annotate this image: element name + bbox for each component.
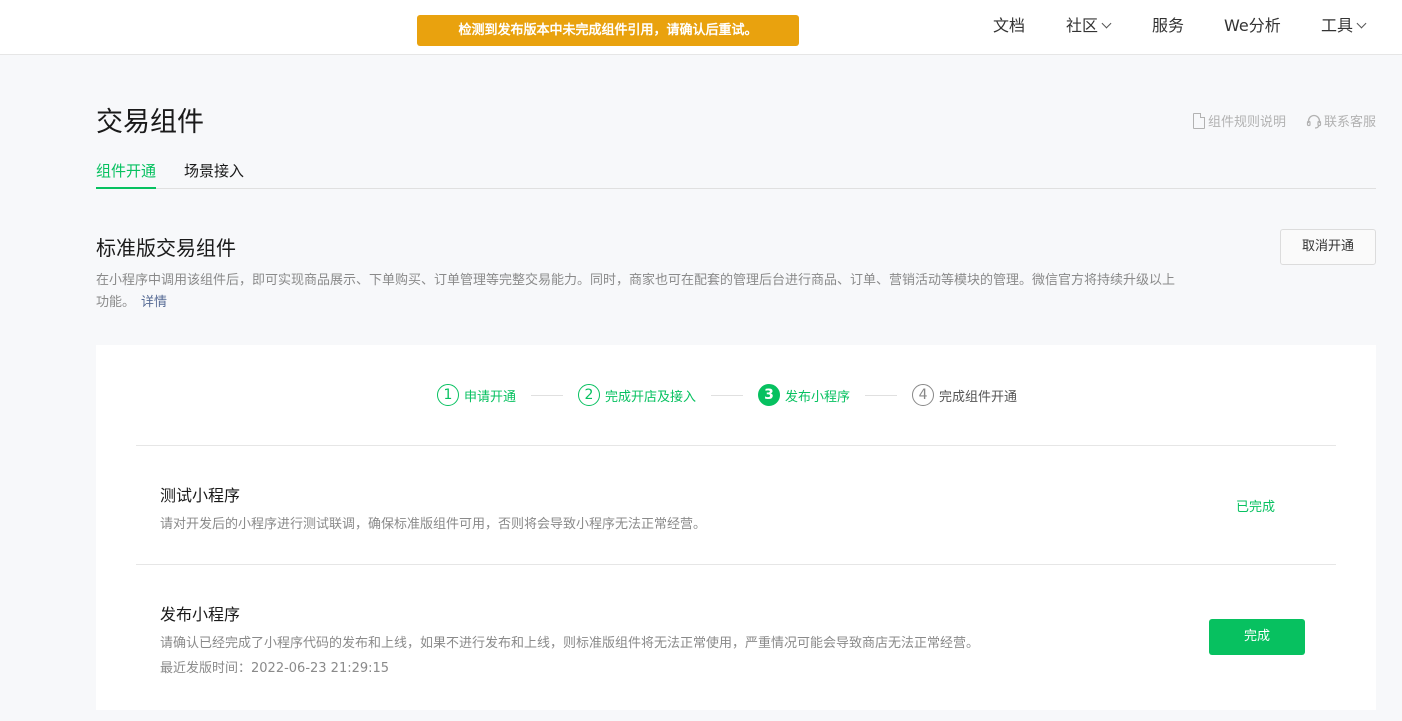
divider [136,445,1336,446]
step-label: 发布小程序 [785,389,851,405]
complete-button[interactable]: 完成 [1209,619,1305,655]
page-title: 交易组件 [96,107,204,138]
step-number: 1 [437,384,459,406]
nav-we-analytics-label: We分析 [1224,16,1281,35]
section-description-text: 在小程序中调用该组件后，即可实现商品展示、下单购买、订单管理等完整交易能力。同时… [96,273,1176,310]
step-label: 申请开通 [464,389,517,405]
test-task-status: 已完成 [1236,500,1276,515]
test-task-description: 请对开发后的小程序进行测试联调，确保标准版组件可用，否则将会导致小程序无法正常经… [160,517,707,532]
document-icon [1192,112,1205,129]
step-label: 完成组件开通 [939,389,1018,405]
section-description: 在小程序中调用该组件后，即可实现商品展示、下单购买、订单管理等完整交易能力。同时… [96,270,1176,314]
step-connector [531,394,564,396]
cancel-activation-button[interactable]: 取消开通 [1280,229,1376,265]
support-link-label: 联系客服 [1323,115,1376,130]
nav-community[interactable]: 社区 [1066,15,1112,37]
nav-services-label: 服务 [1152,16,1185,35]
rules-link[interactable]: 组件规则说明 [1192,111,1286,130]
step-open-store: 2 完成开店及接入 [578,384,696,406]
last-release-time: 最近发版时间：2022-06-23 21:29:15 [160,661,390,676]
chevron-down-icon [1356,18,1367,29]
step-apply: 1 申请开通 [437,384,516,406]
chevron-down-icon [1101,18,1112,29]
support-link[interactable]: 联系客服 [1306,111,1376,130]
tab-component-activation[interactable]: 组件开通 [96,160,157,189]
stepper: 1 申请开通 2 完成开店及接入 3 发布小程序 4 完成组件开通 [437,383,1017,407]
test-task-title: 测试小程序 [160,486,241,505]
progress-card: 1 申请开通 2 完成开店及接入 3 发布小程序 4 完成组件开通 测试小程序 … [96,345,1376,710]
step-connector [865,394,898,396]
step-publish: 3 发布小程序 [758,384,850,406]
nav-docs[interactable]: 文档 [993,15,1025,37]
nav-tools[interactable]: 工具 [1321,15,1367,37]
divider [136,564,1336,565]
step-complete: 4 完成组件开通 [912,384,1017,406]
nav-tools-label: 工具 [1321,16,1354,35]
top-navigation-bar: 检测到发布版本中未完成组件引用，请确认后重试。 文档 社区 服务 We分析 工具 [0,0,1402,55]
publish-task-title: 发布小程序 [160,605,241,624]
publish-task-description: 请确认已经完成了小程序代码的发布和上线，如果不进行发布和上线，则标准版组件将无法… [160,636,980,651]
step-label: 完成开店及接入 [605,389,697,405]
details-link[interactable]: 详情 [141,295,167,310]
step-number: 4 [912,384,935,406]
step-connector [711,394,744,396]
header-links: 组件规则说明 联系客服 [1192,111,1376,130]
headset-icon [1306,114,1322,129]
tab-bar: 组件开通 场景接入 [96,160,1376,189]
nav-community-label: 社区 [1066,16,1099,35]
nav-we-analytics[interactable]: We分析 [1224,15,1281,37]
step-number: 2 [578,384,601,406]
section-title: 标准版交易组件 [96,236,236,260]
warning-toast: 检测到发布版本中未完成组件引用，请确认后重试。 [417,15,799,46]
step-number: 3 [758,384,781,406]
nav-docs-label: 文档 [993,16,1026,35]
tab-scene-integration[interactable]: 场景接入 [184,160,244,182]
rules-link-label: 组件规则说明 [1207,115,1286,130]
nav-services[interactable]: 服务 [1152,15,1184,37]
